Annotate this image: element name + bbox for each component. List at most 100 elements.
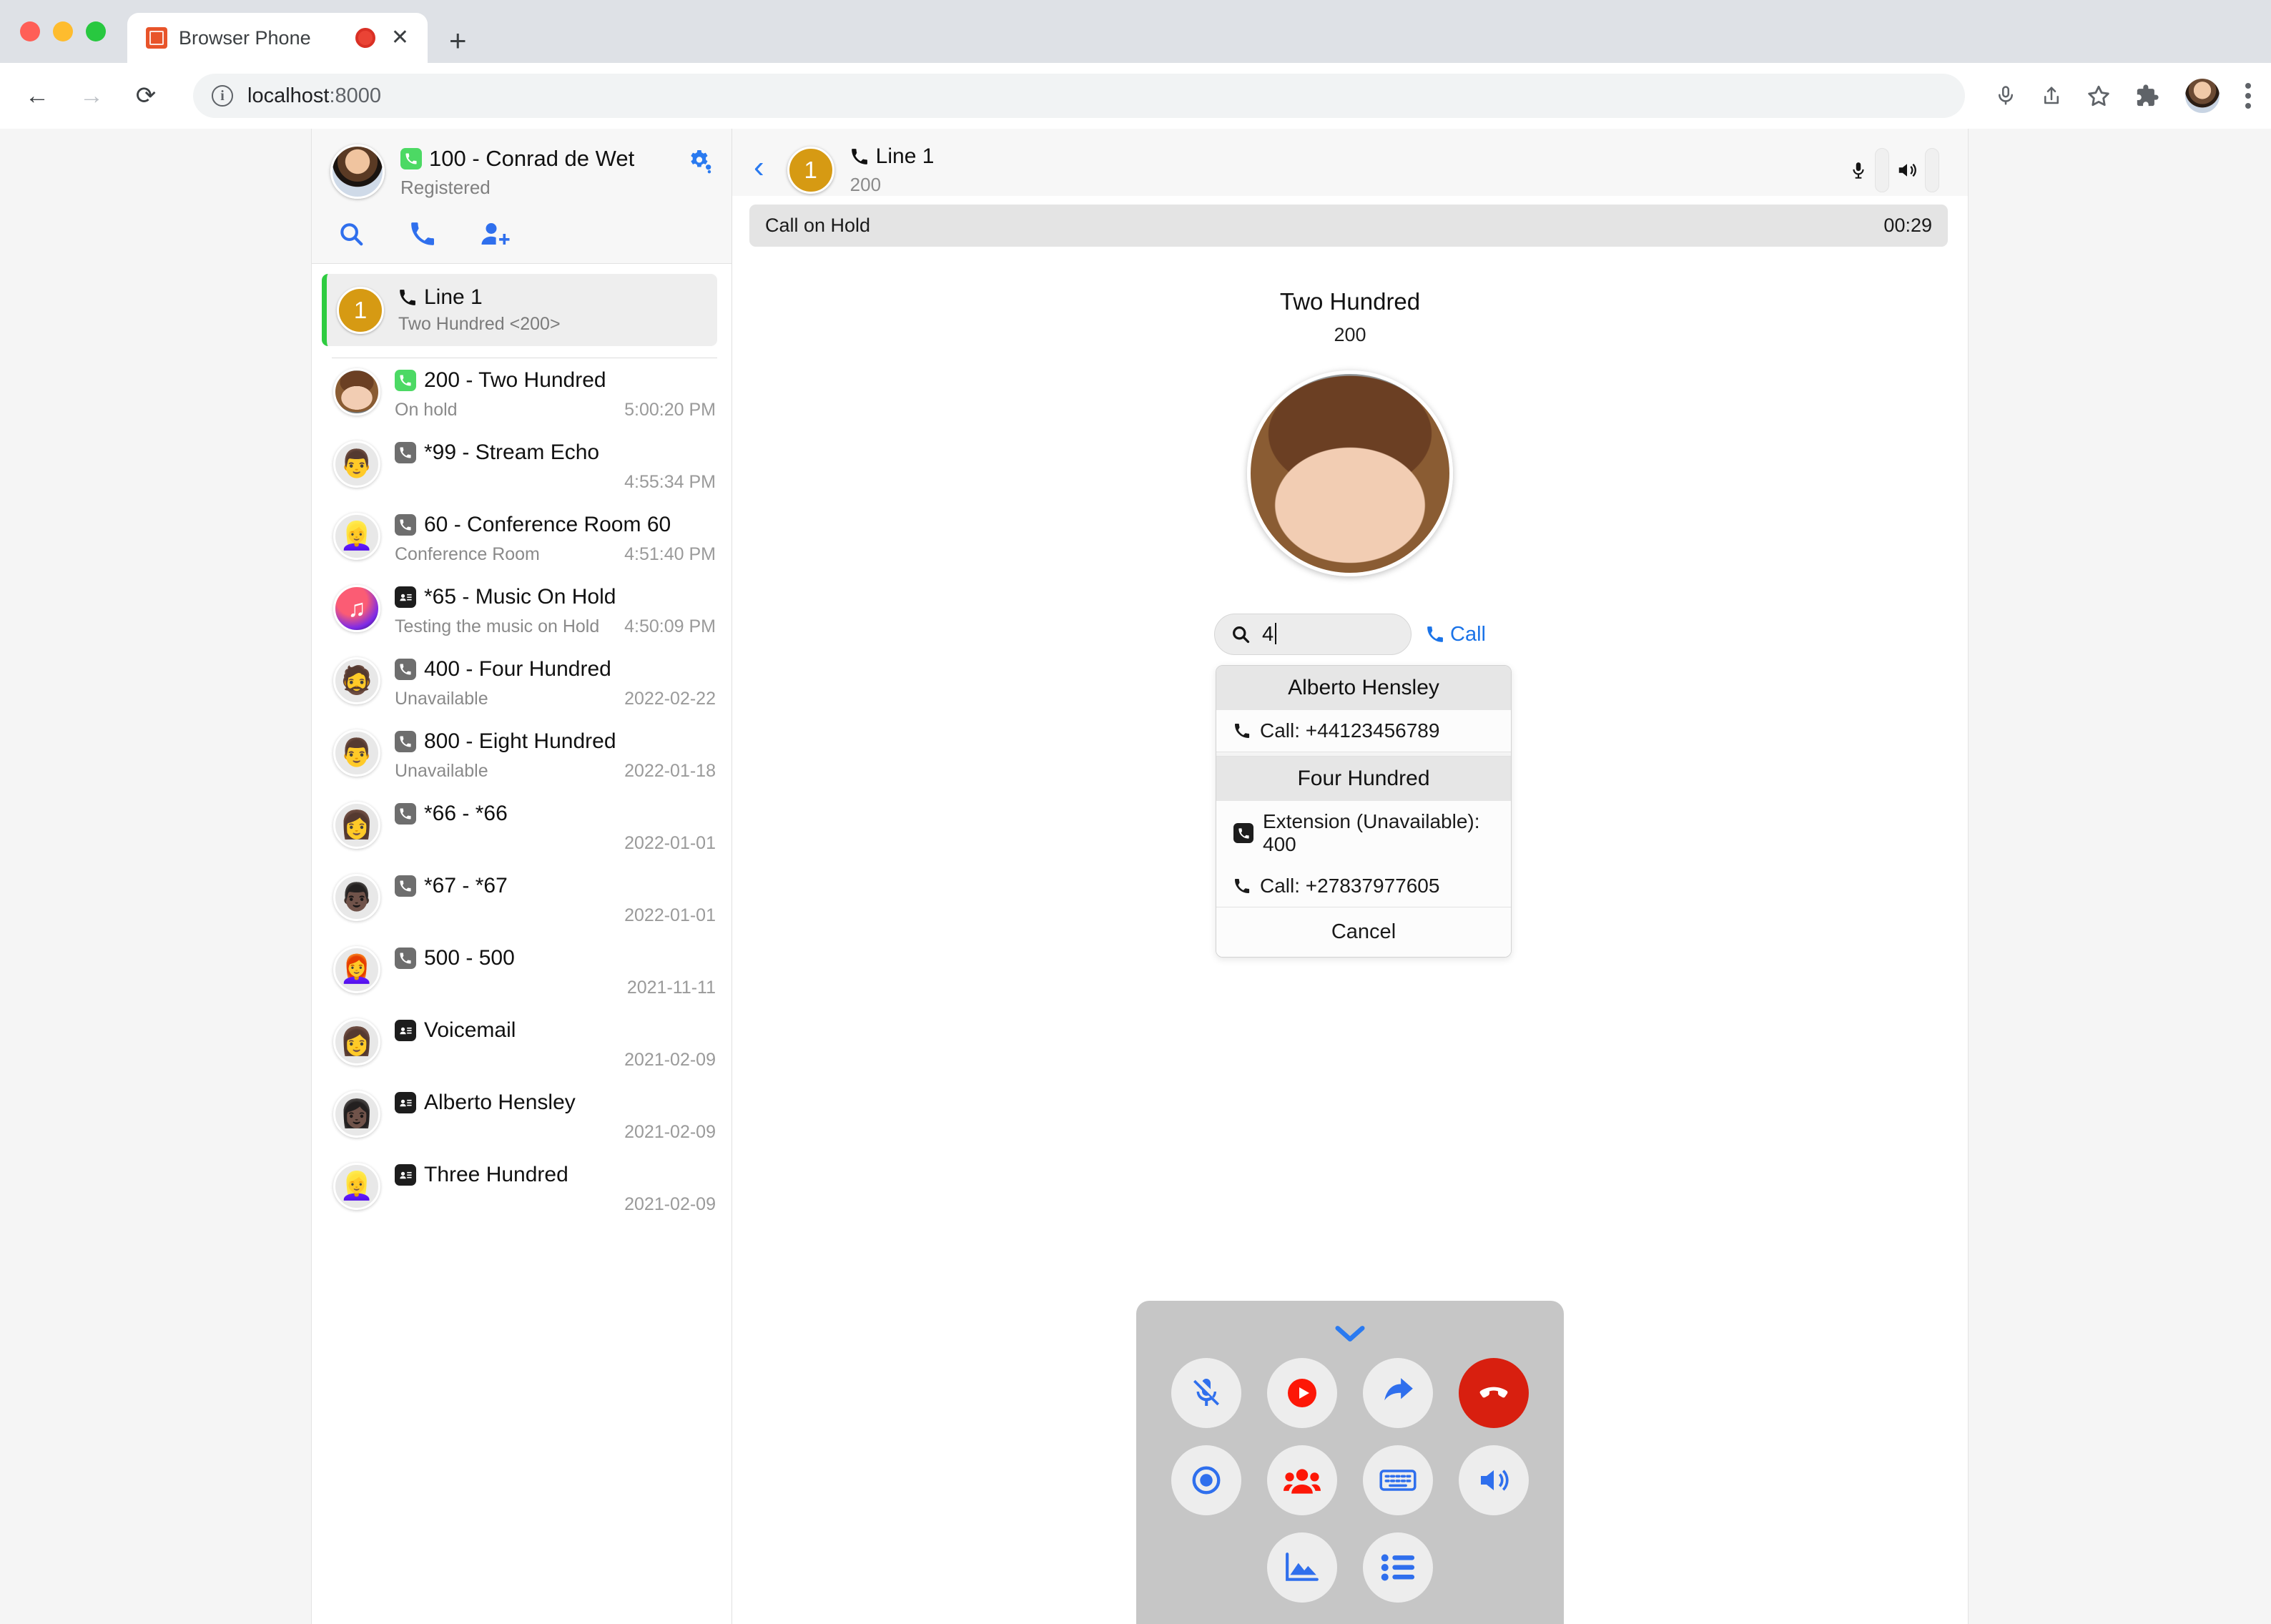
gear-icon[interactable] (686, 144, 713, 179)
avatar: 👩‍🦰 (333, 946, 380, 993)
back-icon[interactable]: ← (20, 82, 54, 110)
browser-window: Browser Phone ✕ + ← → ⟳ i localhost:8000 (0, 0, 2271, 1624)
control-row-2 (1171, 1445, 1529, 1515)
list-item-title: *67 - *67 (424, 874, 508, 898)
extensions-puzzle-icon[interactable] (2135, 84, 2159, 108)
dropdown-item[interactable]: Call: +44123456789 (1216, 710, 1511, 752)
list-item[interactable]: 👱‍♀️60 - Conference Room 60Conference Ro… (312, 503, 731, 575)
bookmark-star-icon[interactable] (2087, 84, 2111, 108)
dropdown-item[interactable]: Call: +27837977605 (1216, 865, 1511, 907)
phone-icon (399, 952, 412, 965)
list-item[interactable]: 👩🏿 Alberto Hensley 2021-02-09 (312, 1081, 731, 1153)
url-port: :8000 (329, 84, 381, 107)
speaker-icon[interactable] (1896, 159, 1918, 181)
browser-phone-app: 100 - Conrad de Wet Registered (312, 129, 1968, 1624)
phone-icon (1233, 722, 1251, 739)
microphone-icon[interactable] (1849, 159, 1868, 181)
contact-card-icon (395, 1092, 416, 1113)
share-arrow-icon (1380, 1375, 1416, 1411)
callee-info: Two Hundred 200 (732, 247, 1968, 576)
avatar: 👨 (333, 729, 380, 777)
list-item-title: 200 - Two Hundred (424, 368, 606, 393)
call-controls (1136, 1301, 1564, 1624)
transfer-button[interactable] (1363, 1358, 1433, 1428)
list-item-subtitle: Testing the music on Hold (395, 616, 599, 637)
video-button[interactable] (1267, 1532, 1337, 1603)
dialer-result-groups: Alberto HensleyCall: +44123456789Four Hu… (1216, 666, 1511, 907)
list-item[interactable]: 👩Voicemail2021-02-09 (312, 1008, 731, 1081)
call-line-badge: 1 (787, 147, 834, 194)
list-item[interactable]: 👩*66 - *662022-01-01 (312, 792, 731, 864)
audio-meters (1849, 148, 1944, 192)
call-status-bar: Call on Hold 00:29 (749, 205, 1948, 247)
list-item-title: 60 - Conference Room 60 (424, 513, 671, 537)
keypad-button[interactable] (1363, 1445, 1433, 1515)
avatar (333, 368, 380, 415)
list-button[interactable] (1363, 1532, 1433, 1603)
list-item[interactable]: 👩‍🦰500 - 5002021-11-11 (312, 936, 731, 1008)
reload-icon[interactable]: ⟳ (129, 82, 163, 110)
sidebar-item-line-1[interactable]: 1 Line 1 Two Hundred <200> (322, 274, 717, 346)
search-contacts-icon[interactable] (338, 220, 365, 247)
forward-icon[interactable]: → (74, 82, 109, 110)
sidebar: 100 - Conrad de Wet Registered (312, 129, 732, 1624)
close-tab-icon[interactable]: ✕ (387, 27, 413, 49)
list-item-timestamp: 2021-02-09 (624, 1050, 716, 1071)
maximize-window-button[interactable] (86, 21, 106, 41)
list-item-title: Alberto Hensley (424, 1091, 576, 1115)
call-line-title-row: Line 1 (850, 144, 1833, 169)
list-item-title-row: *65 - Music On Hold (395, 585, 716, 609)
collapse-controls-icon[interactable] (1136, 1317, 1564, 1349)
browser-tab[interactable]: Browser Phone ✕ (127, 13, 428, 63)
phone-icon (399, 518, 412, 531)
phone-status-icon (395, 514, 416, 536)
list-item-title: 800 - Eight Hundred (424, 729, 616, 754)
add-contact-icon[interactable] (481, 220, 511, 247)
phone-icon (399, 446, 412, 459)
dropdown-group-header: Alberto Hensley (1216, 666, 1511, 710)
list-item-timestamp: 2021-02-09 (624, 1122, 716, 1143)
dropdown-item[interactable]: Extension (Unavailable): 400 (1216, 801, 1511, 865)
browser-profile-avatar[interactable] (2184, 77, 2221, 114)
list-item[interactable]: 👱‍♀️Three Hundred2021-02-09 (312, 1153, 731, 1225)
record-button[interactable] (1171, 1445, 1241, 1515)
list-item[interactable]: 👨800 - Eight HundredUnavailable2022-01-1… (312, 719, 731, 792)
hangup-button[interactable] (1459, 1358, 1529, 1428)
speaker-button[interactable] (1459, 1445, 1529, 1515)
address-bar[interactable]: i localhost:8000 (193, 74, 1965, 118)
minimize-window-button[interactable] (53, 21, 73, 41)
list-item[interactable]: 🧔400 - Four HundredUnavailable2022-02-22 (312, 647, 731, 719)
phone-status-icon (395, 370, 416, 391)
microphone-icon[interactable] (1995, 84, 2016, 108)
close-window-button[interactable] (20, 21, 40, 41)
phone-icon (1238, 827, 1250, 840)
mute-button[interactable] (1171, 1358, 1241, 1428)
call-panel: ‹ 1 Line 1 200 (732, 129, 1968, 1624)
list-item[interactable]: 👨*99 - Stream Echo4:55:34 PM (312, 430, 731, 503)
search-input[interactable]: 4 (1214, 614, 1412, 655)
list-item[interactable]: ♫*65 - Music On HoldTesting the music on… (312, 575, 731, 647)
cancel-button[interactable]: Cancel (1216, 907, 1511, 957)
site-info-icon[interactable]: i (212, 85, 233, 107)
new-tab-button[interactable]: + (449, 26, 467, 56)
phone-status-icon (395, 948, 416, 969)
contact-card-icon (399, 592, 413, 603)
back-chevron-icon[interactable]: ‹ (754, 152, 772, 189)
conference-button[interactable] (1267, 1445, 1337, 1515)
resume-button[interactable] (1267, 1358, 1337, 1428)
avatar: 👩🏿 (333, 1091, 380, 1138)
dial-pad-icon[interactable] (409, 220, 436, 247)
list-item[interactable]: 👨🏿*67 - *672022-01-01 (312, 864, 731, 936)
share-icon[interactable] (2041, 84, 2062, 108)
call-button[interactable]: Call (1426, 623, 1486, 646)
browser-menu-icon[interactable] (2245, 83, 2251, 109)
keyboard-icon (1379, 1466, 1417, 1495)
call-header: ‹ 1 Line 1 200 (732, 129, 1968, 196)
list-item-title: *65 - Music On Hold (424, 585, 616, 609)
list-item-timestamp: 5:00:20 PM (624, 400, 716, 420)
list-item[interactable]: 200 - Two HundredOn hold5:00:20 PM (312, 358, 731, 430)
tab-recording-icon[interactable] (355, 28, 375, 48)
call-line-extension: 200 (850, 174, 1833, 196)
list-icon (1380, 1552, 1416, 1583)
phone-down-icon (1476, 1375, 1512, 1411)
